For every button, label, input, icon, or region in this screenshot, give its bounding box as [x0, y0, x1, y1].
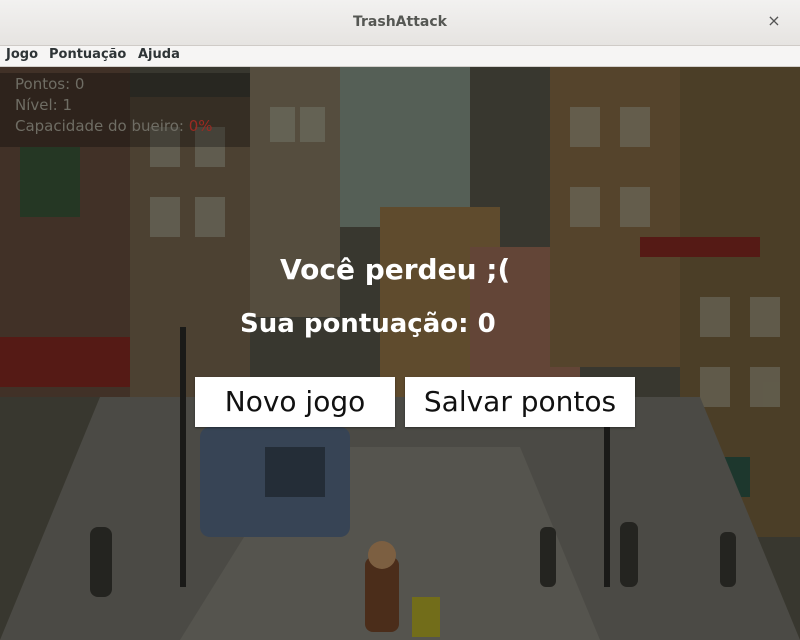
points-label: Pontos: 0 — [15, 75, 85, 93]
level-label: Nível: 1 — [15, 96, 73, 114]
final-score-text: Sua pontuação: 0 — [240, 309, 496, 339]
menubar: Jogo Pontuação Ajuda — [0, 46, 800, 67]
hud-panel: Pontos: 0 Nível: 1 Capacidade do bueiro:… — [0, 73, 250, 147]
menu-jogo[interactable]: Jogo — [6, 47, 38, 62]
close-icon[interactable]: × — [764, 11, 784, 31]
menu-ajuda[interactable]: Ajuda — [138, 47, 180, 62]
new-game-button[interactable]: Novo jogo — [195, 377, 395, 427]
window-titlebar: TrashAttack × — [0, 0, 800, 46]
game-over-message: Você perdeu ;( — [280, 253, 511, 286]
capacity-label: Capacidade do bueiro: — [15, 117, 184, 135]
capacity-line: Capacidade do bueiro: 0% — [15, 117, 213, 135]
game-canvas[interactable]: Pontos: 0 Nível: 1 Capacidade do bueiro:… — [0, 67, 800, 640]
window-title: TrashAttack — [353, 14, 447, 30]
capacity-value: 0% — [188, 117, 213, 135]
save-score-button[interactable]: Salvar pontos — [405, 377, 635, 427]
menu-pontuacao[interactable]: Pontuação — [49, 47, 126, 62]
game-over-dim-overlay — [0, 67, 800, 640]
